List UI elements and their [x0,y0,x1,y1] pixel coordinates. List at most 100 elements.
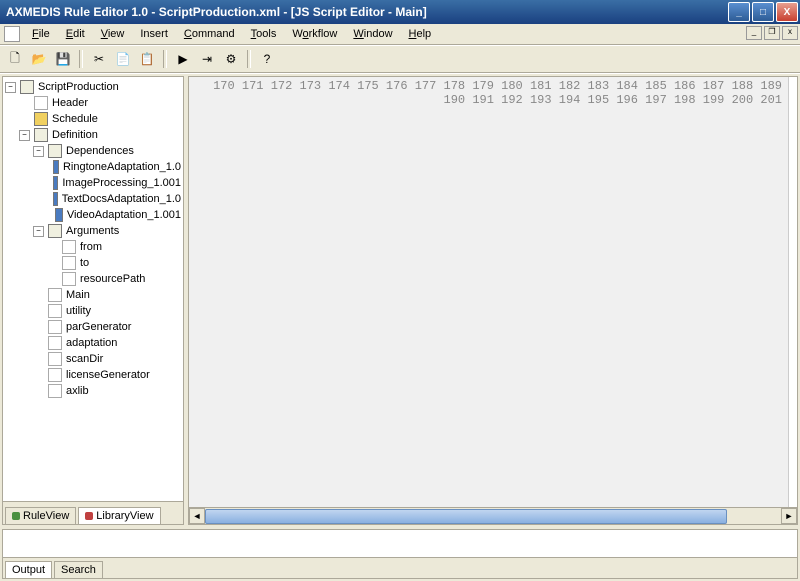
node-label: ImageProcessing_1.001 [62,177,181,189]
node-icon [48,384,62,398]
minimize-button[interactable]: _ [728,2,750,22]
paste-button[interactable]: 📋 [136,48,158,70]
node-icon [62,256,76,270]
menu-command[interactable]: Command [176,26,243,42]
tree-script[interactable]: utility [5,303,181,319]
tree-argument[interactable]: resourcePath [5,271,181,287]
node-icon [53,176,59,190]
close-button[interactable]: X [776,2,798,22]
tab-search[interactable]: Search [54,561,103,578]
project-tree[interactable]: −ScriptProductionHeaderSchedule−Definiti… [3,77,183,501]
node-icon [48,320,62,334]
code-content[interactable]: print("Creating MASTER Copy of AXMEDIS O… [789,77,797,507]
tree-schedule[interactable]: Schedule [5,111,181,127]
tab-label: Output [12,564,45,576]
tree-dependency[interactable]: ImageProcessing_1.001 [5,175,181,191]
tree-arguments[interactable]: −Arguments [5,223,181,239]
menu-help[interactable]: Help [401,26,440,42]
node-icon [48,336,62,350]
node-icon [53,192,58,206]
mdi-minimize-button[interactable]: _ [746,26,762,40]
line-gutter: 170 171 172 173 174 175 176 177 178 179 … [189,77,789,507]
node-label: Main [66,289,90,301]
tree-dependences[interactable]: −Dependences [5,143,181,159]
sidebar-tabs: RuleView LibraryView [3,501,183,524]
output-content[interactable] [3,530,797,557]
tree-script[interactable]: Main [5,287,181,303]
tab-libraryview[interactable]: LibraryView [78,507,160,524]
menu-view[interactable]: View [93,26,133,42]
menu-insert[interactable]: Insert [132,26,176,42]
menu-bar: File Edit View Insert Command Tools Work… [0,24,800,45]
debug-button[interactable]: ⚙ [220,48,242,70]
scroll-right-arrow[interactable]: ► [781,508,797,524]
node-icon [62,272,76,286]
tree-dependency[interactable]: RingtoneAdaptation_1.0 [5,159,181,175]
node-icon [48,224,62,238]
toggle-icon[interactable]: − [5,82,16,93]
sidebar: −ScriptProductionHeaderSchedule−Definiti… [2,76,184,525]
step-button[interactable]: ⇥ [196,48,218,70]
tree-script[interactable]: licenseGenerator [5,367,181,383]
run-button[interactable]: ▶ [172,48,194,70]
tree-argument[interactable]: to [5,255,181,271]
scroll-thumb[interactable] [205,509,727,524]
tree-script[interactable]: axlib [5,383,181,399]
node-icon [53,160,59,174]
toggle-icon[interactable]: − [33,226,44,237]
maximize-button[interactable]: □ [752,2,774,22]
toggle-icon[interactable]: − [19,130,30,141]
toolbar-separator [163,50,167,68]
node-icon [48,368,62,382]
dot-icon [85,512,93,520]
tree-script[interactable]: scanDir [5,351,181,367]
node-icon [34,96,48,110]
toolbar: 🗋 📂 💾 ✂ 📄 📋 ▶ ⇥ ⚙ ? [0,45,800,73]
dot-icon [12,512,20,520]
toggle-icon[interactable]: − [33,146,44,157]
tree-root[interactable]: −ScriptProduction [5,79,181,95]
tab-ruleview[interactable]: RuleView [5,507,76,524]
menu-tools[interactable]: Tools [243,26,285,42]
node-label: axlib [66,385,89,397]
node-icon [62,240,76,254]
tree-definition[interactable]: − Definition [5,127,181,143]
mdi-close-button[interactable]: x [782,26,798,40]
help-button[interactable]: ? [256,48,278,70]
menu-window[interactable]: Window [345,26,400,42]
save-button[interactable]: 💾 [52,48,74,70]
node-label: utility [66,305,91,317]
node-label: to [80,257,89,269]
node-icon [20,80,34,94]
tree-dependency[interactable]: TextDocsAdaptation_1.0 [5,191,181,207]
tree-argument[interactable]: from [5,239,181,255]
menu-workflow[interactable]: Workflow [284,26,345,42]
node-icon [34,128,48,142]
tree-script[interactable]: adaptation [5,335,181,351]
tab-label: Search [61,564,96,576]
node-icon [48,144,62,158]
node-icon [48,304,62,318]
node-icon [48,352,62,366]
node-label: scanDir [66,353,103,365]
cut-button[interactable]: ✂ [88,48,110,70]
output-panel: Output Search [2,529,798,579]
node-label: Definition [52,129,98,141]
scroll-left-arrow[interactable]: ◄ [189,508,205,524]
mdi-restore-button[interactable]: ❐ [764,26,780,40]
title-bar[interactable]: AXMEDIS Rule Editor 1.0 - ScriptProducti… [0,0,800,24]
toolbar-separator [247,50,251,68]
menu-edit[interactable]: Edit [58,26,93,42]
tree-script[interactable]: parGenerator [5,319,181,335]
node-label: TextDocsAdaptation_1.0 [62,193,181,205]
tree-dependency[interactable]: VideoAdaptation_1.001 [5,207,181,223]
code-editor: 170 171 172 173 174 175 176 177 178 179 … [188,76,798,525]
horizontal-scrollbar[interactable]: ◄ ► [189,507,797,524]
open-button[interactable]: 📂 [28,48,50,70]
window-title: AXMEDIS Rule Editor 1.0 - ScriptProducti… [2,5,427,19]
tab-output[interactable]: Output [5,561,52,578]
menu-file[interactable]: File [24,26,58,42]
tree-header[interactable]: Header [5,95,181,111]
new-button[interactable]: 🗋 [4,48,26,70]
copy-button[interactable]: 📄 [112,48,134,70]
